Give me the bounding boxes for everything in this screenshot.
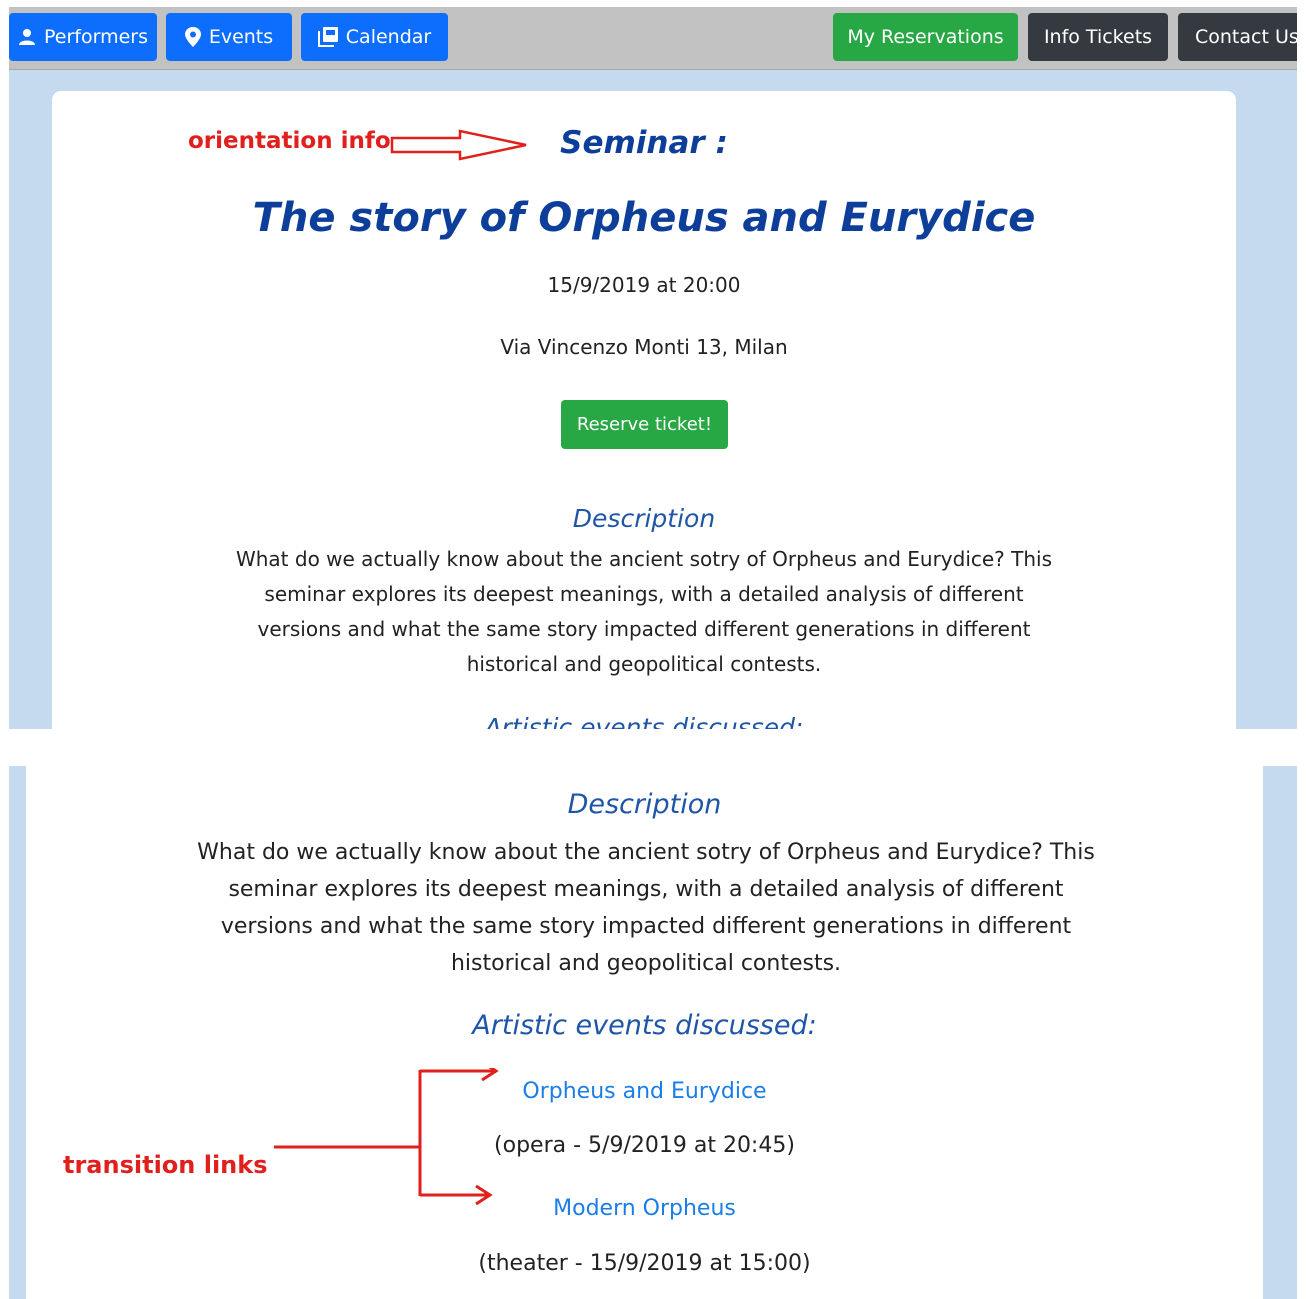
related-event-link-orpheus-and-eurydice[interactable]: Orpheus and Eurydice	[26, 1079, 1263, 1104]
transition-annotation: transition links	[63, 1151, 268, 1179]
description-heading: Description	[572, 504, 716, 533]
description-line: historical and geopolitical contests.	[466, 652, 822, 676]
event-kind: Seminar :	[560, 125, 728, 161]
related-event-link-modern-orpheus[interactable]: Modern Orpheus	[26, 1196, 1263, 1221]
navbar: Performers Events Calendar My Reservatio…	[9, 7, 1297, 70]
description-line: versions and what the same story impacte…	[220, 914, 1072, 939]
description-text: What do we actually know about the ancie…	[196, 834, 1096, 982]
person-icon	[18, 28, 36, 46]
related-event-meta: (theater - 15/9/2019 at 15:00)	[478, 1251, 811, 1276]
event-location: Via Vincenzo Monti 13, Milan	[500, 335, 788, 359]
related-heading: Artistic events discussed:	[472, 1010, 817, 1041]
screenshot-top: Performers Events Calendar My Reservatio…	[9, 7, 1297, 729]
annotation-bracket-arrow-icon	[274, 1068, 499, 1206]
description-line: What do we actually know about the ancie…	[235, 547, 1053, 571]
event-datetime: 15/9/2019 at 20:00	[547, 273, 741, 297]
nav-performers-label: Performers	[44, 26, 148, 48]
nav-contact-us-button[interactable]: Contact Us	[1178, 13, 1297, 61]
nav-calendar-label: Calendar	[345, 26, 432, 48]
description-line: seminar explores its deepest meanings, w…	[264, 582, 1024, 606]
nav-events-label: Events	[208, 26, 274, 48]
reserve-ticket-button[interactable]: Reserve ticket!	[561, 400, 728, 449]
description-line: versions and what the same story impacte…	[257, 617, 1031, 641]
description-text: What do we actually know about the ancie…	[212, 542, 1076, 682]
related-heading: Artistic events discussed:	[484, 713, 804, 729]
description-line: What do we actually know about the ancie…	[197, 840, 1095, 865]
nav-my-reservations-label: My Reservations	[847, 26, 1004, 48]
screenshot-bottom: Description What do we actually know abo…	[9, 766, 1297, 1299]
map-pin-icon	[184, 27, 201, 47]
nav-my-reservations-button[interactable]: My Reservations	[833, 13, 1018, 61]
event-title: The story of Orpheus and Eurydice	[252, 195, 1036, 241]
nav-calendar-button[interactable]: Calendar	[301, 13, 448, 61]
event-card-scrolled: Description What do we actually know abo…	[26, 766, 1263, 1299]
nav-performers-button[interactable]: Performers	[9, 13, 157, 61]
nav-info-tickets-button[interactable]: Info Tickets	[1028, 13, 1168, 61]
description-line: historical and geopolitical contests.	[450, 951, 842, 976]
stacked-pages-icon	[317, 27, 338, 47]
nav-info-tickets-label: Info Tickets	[1043, 26, 1153, 48]
nav-events-button[interactable]: Events	[166, 13, 292, 61]
description-line: seminar explores its deepest meanings, w…	[228, 877, 1064, 902]
description-heading: Description	[567, 789, 722, 820]
nav-contact-us-label: Contact Us	[1195, 26, 1297, 48]
event-card: orientation info Seminar : The story of …	[52, 91, 1236, 729]
